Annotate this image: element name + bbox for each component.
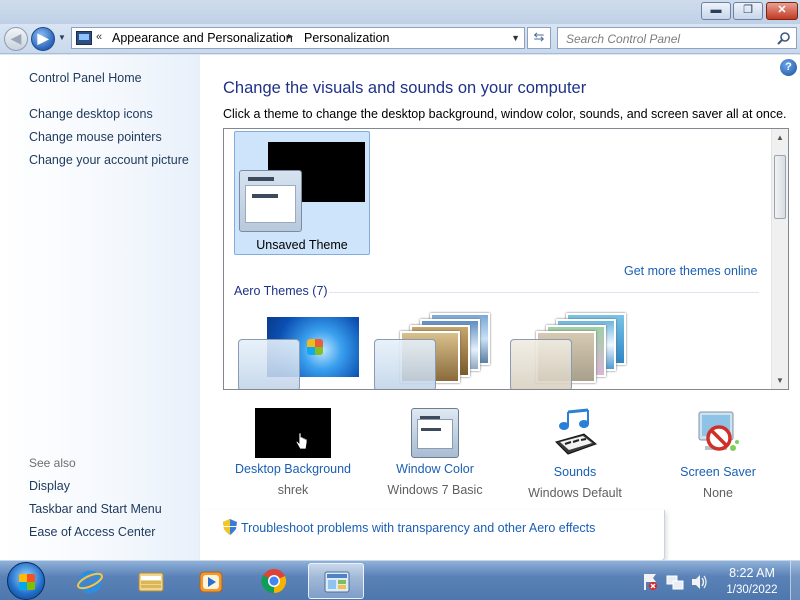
troubleshoot-aero-link[interactable]: Troubleshoot problems with transparency … (241, 521, 595, 535)
action-center-flag-icon[interactable] (642, 572, 658, 592)
screen-saver-value: None (703, 486, 733, 500)
window-color-icon[interactable] (411, 408, 459, 458)
window-title-bar: ▬ ❐ ✕ (0, 0, 800, 24)
theme-item-windows7[interactable] (234, 311, 364, 389)
notification-area (640, 570, 710, 594)
clock-time[interactable]: 8:22 AM (712, 566, 792, 580)
troubleshoot-aero-link-container[interactable]: Troubleshoot problems with transparency … (223, 519, 595, 535)
troubleshoot-panel (200, 510, 665, 561)
change-desktop-icons-link[interactable]: Change desktop icons (29, 107, 153, 121)
sounds-icon[interactable] (550, 408, 600, 458)
screen-saver-link[interactable]: Screen Saver (643, 465, 793, 479)
change-account-picture-link[interactable]: Change your account picture (29, 153, 189, 167)
help-icon[interactable]: ? (780, 59, 797, 76)
taskbar-media-player[interactable] (183, 563, 239, 599)
breadcrumb-overflow-chevron[interactable]: « (96, 31, 102, 43)
shield-icon (223, 519, 237, 535)
window-color-link[interactable]: Window Color (360, 462, 510, 476)
theme-item-characters[interactable] (506, 311, 636, 389)
navigation-bar: ◀ ▶ ▼ « Appearance and Personalization ▸… (0, 24, 800, 54)
theme-list[interactable]: Unsaved Theme Get more themes online Aer… (223, 128, 789, 390)
windows-logo-icon (19, 574, 35, 590)
screen-saver-setting[interactable]: Screen Saver None (643, 408, 793, 500)
page-title: Change the visuals and sounds on your co… (223, 79, 587, 97)
window-color-value: Windows 7 Basic (387, 483, 483, 497)
taskbar-control-panel[interactable] (308, 563, 364, 599)
display-link[interactable]: Display (29, 479, 70, 493)
maximize-button[interactable]: ❐ (733, 2, 763, 20)
theme-item-unsaved[interactable]: Unsaved Theme (234, 131, 370, 255)
chrome-icon (261, 569, 287, 594)
volume-icon[interactable] (690, 573, 708, 591)
sounds-value: Windows Default (528, 486, 622, 500)
scroll-down-icon[interactable]: ▼ (776, 376, 784, 385)
taskbar: 8:22 AM 1/30/2022 (0, 560, 800, 600)
taskbar-windows-explorer[interactable] (123, 563, 179, 599)
sounds-setting[interactable]: Sounds Windows Default (500, 408, 650, 500)
get-more-themes-link[interactable]: Get more themes online (624, 264, 757, 278)
media-player-icon (199, 571, 223, 593)
glass-window-preview (374, 339, 436, 389)
breadcrumb-separator[interactable]: ▸ (288, 31, 293, 42)
search-icon[interactable] (777, 31, 791, 45)
glass-window-preview (238, 339, 300, 389)
search-box[interactable]: Search Control Panel (557, 27, 797, 49)
scroll-up-icon[interactable]: ▲ (776, 133, 784, 142)
desktop-background-setting[interactable]: Desktop Background shrek (218, 408, 368, 497)
control-panel-home-link[interactable]: Control Panel Home (29, 71, 142, 85)
control-panel-icon (324, 571, 350, 593)
group-divider (329, 292, 759, 293)
sounds-link[interactable]: Sounds (500, 465, 650, 479)
breadcrumb-appearance[interactable]: Appearance and Personalization (112, 31, 293, 45)
address-bar[interactable]: « Appearance and Personalization ▸ Perso… (71, 27, 525, 49)
task-pane: Control Panel Home Change desktop icons … (0, 55, 200, 560)
theme-item-architecture[interactable] (370, 311, 500, 389)
address-dropdown-icon[interactable]: ▼ (511, 33, 520, 43)
clock-date[interactable]: 1/30/2022 (712, 584, 792, 596)
network-icon[interactable] (666, 573, 684, 591)
desktop-background-value: shrek (277, 483, 309, 497)
see-also-heading: See also (29, 456, 76, 470)
minimize-button[interactable]: ▬ (701, 2, 731, 20)
folder-icon (138, 572, 164, 592)
search-input[interactable]: Search Control Panel (566, 32, 680, 46)
back-button[interactable]: ◀ (4, 27, 28, 51)
internet-explorer-icon (77, 570, 103, 594)
window-color-setting[interactable]: Window Color Windows 7 Basic (360, 408, 510, 497)
windows-logo (307, 339, 323, 355)
scroll-thumb[interactable] (774, 155, 786, 219)
desktop-background-icon[interactable] (255, 408, 331, 458)
show-desktop-button[interactable] (790, 561, 800, 600)
taskbar-start-menu-link[interactable]: Taskbar and Start Menu (29, 502, 162, 516)
change-mouse-pointers-link[interactable]: Change mouse pointers (29, 130, 162, 144)
theme-item-label: Unsaved Theme (256, 238, 348, 252)
close-button[interactable]: ✕ (766, 2, 798, 20)
aero-themes-group-label: Aero Themes (7) (234, 284, 328, 298)
theme-window-preview (239, 170, 302, 232)
page-description: Click a theme to change the desktop back… (223, 107, 787, 121)
taskbar-internet-explorer[interactable] (62, 563, 118, 599)
start-button[interactable] (7, 562, 45, 600)
glass-window-preview (510, 339, 572, 389)
taskbar-chrome[interactable] (246, 563, 302, 599)
screen-saver-icon[interactable] (693, 408, 743, 458)
theme-list-scrollbar[interactable]: ▲ ▼ (771, 129, 788, 389)
forward-button[interactable]: ▶ (31, 27, 55, 51)
hand-cursor-icon (295, 432, 308, 450)
breadcrumb-personalization[interactable]: Personalization (304, 31, 389, 45)
refresh-button[interactable]: ⇆ (527, 27, 551, 49)
desktop-background-link[interactable]: Desktop Background (218, 462, 368, 476)
recent-pages-dropdown[interactable]: ▼ (58, 33, 66, 42)
control-panel-icon (76, 31, 92, 45)
main-content: ? Change the visuals and sounds on your … (200, 55, 800, 561)
ease-of-access-link[interactable]: Ease of Access Center (29, 525, 155, 539)
